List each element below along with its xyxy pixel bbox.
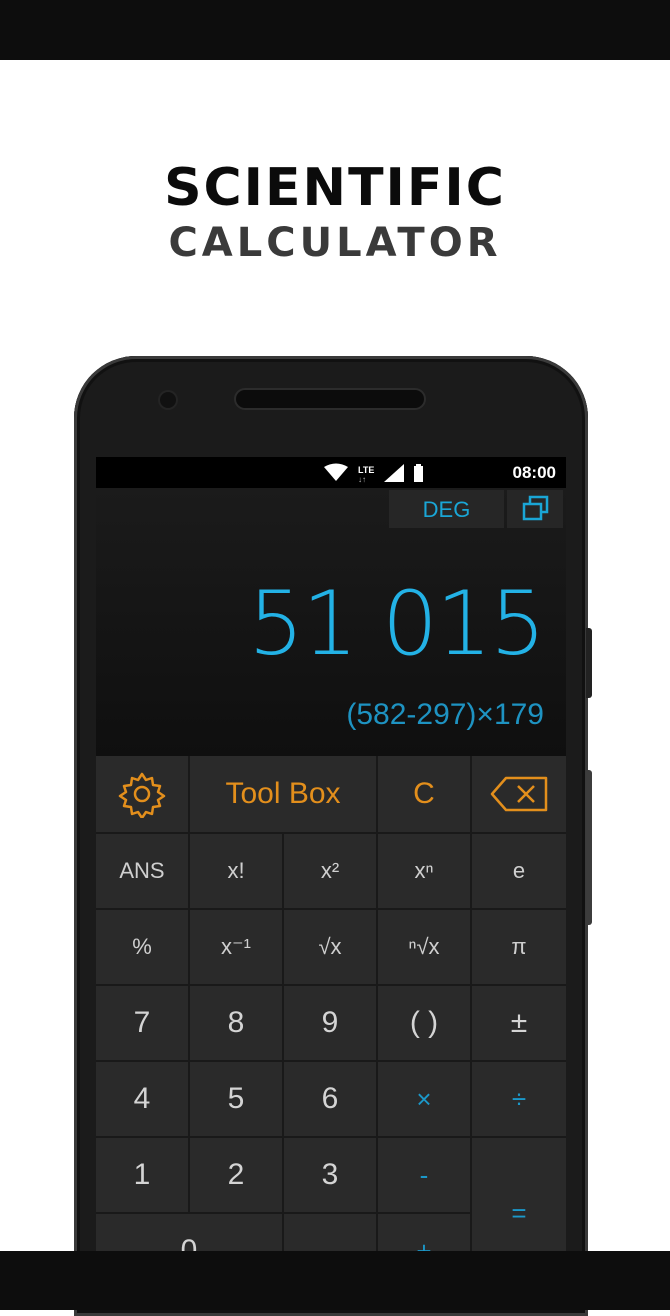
svg-text:↓↑: ↓↑ bbox=[358, 475, 366, 484]
digit-key[interactable]: 2 bbox=[190, 1138, 282, 1212]
status-icons: LTE ↓↑ bbox=[324, 463, 494, 484]
sci-key[interactable]: ANS bbox=[96, 834, 188, 908]
sci-key[interactable]: ⁿ√x bbox=[378, 910, 470, 984]
operator-key[interactable]: × bbox=[378, 1062, 470, 1136]
keypad: Tool Box C ANS x! x² xⁿ e% x⁻¹ √x ⁿ√x π 7 8 9( ) ±4 5… bbox=[96, 756, 566, 1257]
operator-key[interactable]: = bbox=[472, 1138, 566, 1257]
headline-title: SCIENTIFIC bbox=[164, 158, 506, 218]
digit-key[interactable]: 5 bbox=[190, 1062, 282, 1136]
lte-label: LTE bbox=[358, 465, 374, 475]
digit-key[interactable]: 7 bbox=[96, 986, 188, 1060]
front-camera bbox=[160, 392, 176, 408]
result-value: 51 015 bbox=[248, 572, 546, 675]
phone-power-button bbox=[586, 628, 592, 698]
battery-icon bbox=[414, 464, 423, 482]
calculator-display: DEG 51 015 (582-297)×179 bbox=[96, 488, 566, 756]
sci-key[interactable]: x! bbox=[190, 834, 282, 908]
phone-volume-button bbox=[586, 770, 592, 925]
earpiece-speaker bbox=[236, 390, 424, 408]
sci-key[interactable]: e bbox=[472, 834, 566, 908]
digit-key[interactable]: 9 bbox=[284, 986, 376, 1060]
sci-key[interactable]: √x bbox=[284, 910, 376, 984]
headline-subtitle: CALCULATOR bbox=[168, 220, 502, 266]
sci-key[interactable]: xⁿ bbox=[378, 834, 470, 908]
lte-icon: LTE ↓↑ bbox=[358, 465, 374, 484]
sci-key[interactable]: x⁻¹ bbox=[190, 910, 282, 984]
signal-icon bbox=[384, 464, 404, 482]
digit-key[interactable]: 8 bbox=[190, 986, 282, 1060]
phone-screen: LTE ↓↑ 08:00 DEG 51 015 (582-297)×179 To… bbox=[96, 457, 566, 1257]
angle-mode-button[interactable]: DEG bbox=[389, 490, 504, 528]
wifi-icon bbox=[324, 463, 348, 481]
copy-button[interactable] bbox=[507, 490, 563, 528]
digit-key[interactable]: 6 bbox=[284, 1062, 376, 1136]
status-time: 08:00 bbox=[512, 463, 556, 482]
top-banner-bar bbox=[0, 0, 670, 60]
digit-key[interactable]: 4 bbox=[96, 1062, 188, 1136]
copy-icon bbox=[522, 495, 549, 521]
gear-icon bbox=[118, 772, 166, 818]
backspace-icon bbox=[490, 776, 548, 812]
operator-key[interactable]: - bbox=[378, 1138, 470, 1212]
expression-value: (582-297)×179 bbox=[346, 698, 544, 731]
operator-key[interactable]: ÷ bbox=[472, 1062, 566, 1136]
digit-key[interactable]: 3 bbox=[284, 1138, 376, 1212]
digit-key[interactable]: 1 bbox=[96, 1138, 188, 1212]
backspace-button[interactable] bbox=[472, 756, 566, 832]
digit-key[interactable]: ± bbox=[472, 986, 566, 1060]
digit-key[interactable]: ( ) bbox=[378, 986, 470, 1060]
bottom-banner-bar bbox=[0, 1251, 670, 1310]
sci-key[interactable]: π bbox=[472, 910, 566, 984]
status-bar: LTE ↓↑ 08:00 bbox=[96, 457, 566, 488]
sci-key[interactable]: x² bbox=[284, 834, 376, 908]
settings-button[interactable] bbox=[96, 756, 188, 832]
clear-button[interactable]: C bbox=[378, 756, 470, 832]
sci-key[interactable]: % bbox=[96, 910, 188, 984]
toolbox-button[interactable]: Tool Box bbox=[190, 756, 376, 832]
